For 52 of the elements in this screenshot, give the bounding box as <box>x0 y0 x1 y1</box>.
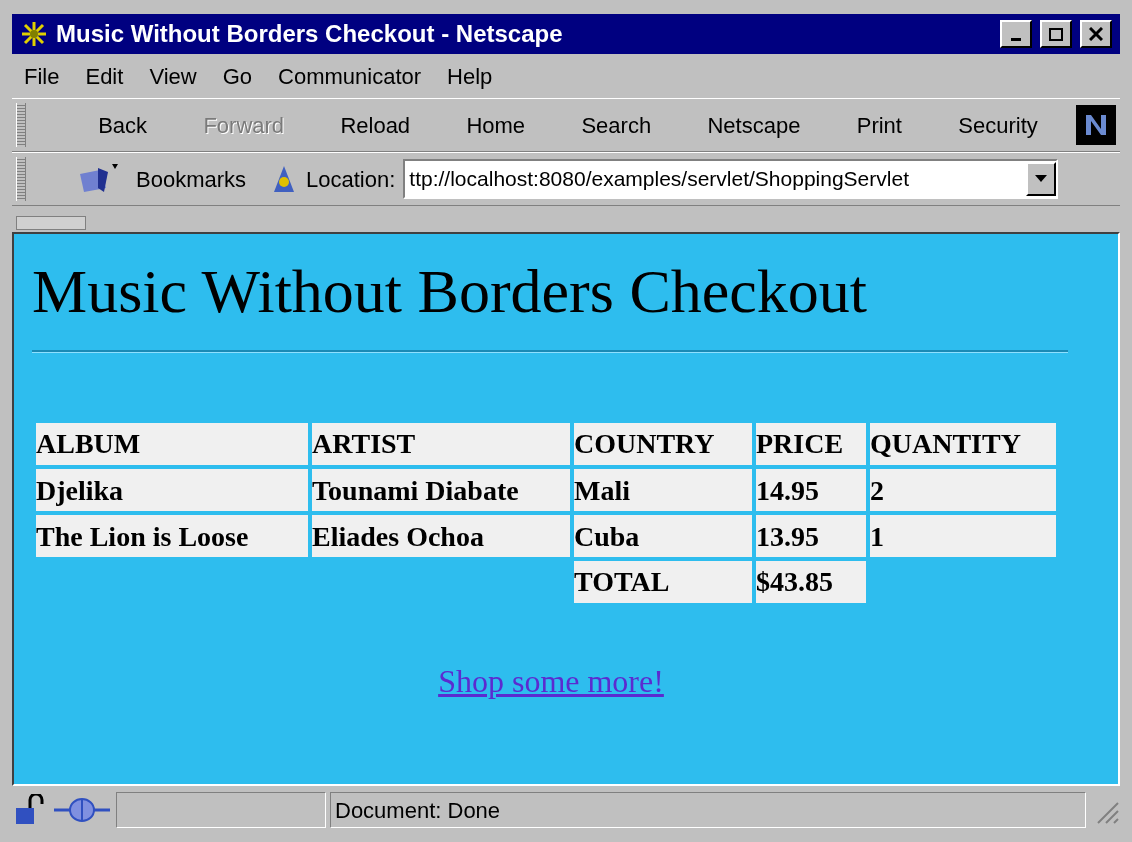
toolbar-button[interactable]: Netscape <box>703 108 805 142</box>
toolbar-button[interactable]: Back <box>94 108 152 142</box>
menu-item[interactable]: Edit <box>85 59 124 93</box>
toolbar-button[interactable]: Reload <box>336 108 415 142</box>
status-text: Document: Done <box>335 796 501 825</box>
collapsed-toolbar-tab[interactable] <box>16 216 86 230</box>
menu-item[interactable]: Help <box>447 59 493 93</box>
total-value: $43.85 <box>756 561 866 604</box>
table-cell: 13.95 <box>756 515 866 558</box>
table-cell: Mali <box>574 469 752 512</box>
starburst-icon <box>20 20 48 48</box>
page-heading: Music Without Borders Checkout <box>32 256 868 327</box>
column-header: ALBUM <box>36 423 308 466</box>
toolbar-grip[interactable] <box>16 157 26 201</box>
close-icon <box>1089 27 1103 41</box>
menu-item[interactable]: Communicator <box>278 59 422 93</box>
menu-item[interactable]: File <box>24 59 60 93</box>
menu-item[interactable]: View <box>149 59 197 93</box>
toolbar-button[interactable]: Security <box>954 108 1042 142</box>
window-title: Music Without Borders Checkout - Netscape <box>56 19 564 49</box>
netscape-logo <box>1076 105 1116 145</box>
bookmarks-label[interactable]: Bookmarks <box>136 162 247 196</box>
table-cell: Tounami Diabate <box>312 469 570 512</box>
maximize-button[interactable] <box>1040 20 1072 48</box>
dropdown-button[interactable] <box>1026 162 1057 196</box>
url-text: ttp://localhost:8080/examples/servlet/ShoppingServlet <box>408 166 910 193</box>
maximize-icon <box>1049 27 1063 41</box>
minimize-button[interactable] <box>1000 20 1032 48</box>
table-cell: Cuba <box>574 515 752 558</box>
minimize-icon <box>1011 37 1021 41</box>
table-cell: 14.95 <box>756 469 866 512</box>
table-cell: Djelika <box>36 469 308 512</box>
close-button[interactable] <box>1080 20 1112 48</box>
column-header: ARTIST <box>312 423 570 466</box>
toolbar-button[interactable]: Search <box>577 108 656 142</box>
table-cell: 1 <box>870 515 1056 558</box>
column-header: PRICE <box>756 423 866 466</box>
location-label: Location: <box>306 165 396 194</box>
column-header: QUANTITY <box>870 423 1056 466</box>
table-cell: Eliades Ochoa <box>312 515 570 558</box>
caret-icon <box>1035 175 1048 183</box>
toolbar-grip[interactable] <box>16 103 26 147</box>
toolbar-button[interactable]: Home <box>462 108 530 142</box>
toolbar-button[interactable]: Print <box>852 108 906 142</box>
total-label: TOTAL <box>574 561 752 604</box>
column-header: COUNTRY <box>574 423 752 466</box>
connection-icon <box>52 795 112 825</box>
shop-more-link[interactable]: Shop some more! <box>438 657 664 706</box>
location-field[interactable]: ttp://localhost:8080/examples/servlet/ShoppingServlet <box>403 159 1059 199</box>
table-cell: The Lion is Loose <box>36 515 308 558</box>
menu-item[interactable]: Go <box>222 59 253 93</box>
table-cell: 2 <box>870 469 1056 512</box>
